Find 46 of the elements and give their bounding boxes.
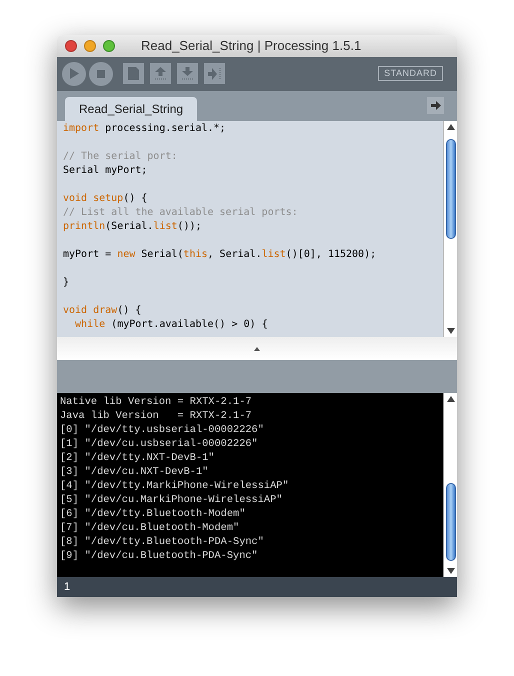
- down-arrow-icon: [182, 67, 193, 80]
- console-line: Native lib Version = RXTX-2.1-7: [60, 396, 252, 408]
- console-line: [4] "/dev/tty.MarkiPhone-WirelessiAP": [60, 480, 289, 492]
- window-title: Read_Serial_String | Processing 1.5.1: [141, 37, 362, 56]
- console-line: [2] "/dev/tty.NXT-DevB-1": [60, 452, 214, 464]
- console-line: [7] "/dev/cu.Bluetooth-Modem": [60, 522, 240, 534]
- minimize-button[interactable]: [84, 40, 96, 52]
- code-line: myPort = new Serial(this, Serial.list()[0], 115200);: [63, 248, 376, 260]
- document-icon: [128, 67, 139, 80]
- console-line: [6] "/dev/tty.Bluetooth-Modem": [60, 508, 246, 520]
- scroll-up-icon[interactable]: [447, 396, 455, 402]
- line-number: 1: [64, 580, 70, 595]
- code-line: import processing.serial.*;: [63, 122, 226, 134]
- code-line: void draw() {: [63, 304, 142, 316]
- scroll-down-icon[interactable]: [447, 328, 455, 334]
- code-line: Serial myPort;: [63, 164, 148, 176]
- console-line: Java lib Version = RXTX-2.1-7: [60, 410, 252, 422]
- grip-icon: [254, 346, 260, 351]
- scroll-down-icon[interactable]: [447, 568, 455, 574]
- scrollbar[interactable]: [443, 120, 457, 338]
- console-line: [3] "/dev/cu.NXT-DevB-1": [60, 466, 208, 478]
- code-line: // The serial port:: [63, 150, 178, 162]
- play-icon: [70, 68, 78, 80]
- scroll-up-icon[interactable]: [447, 124, 455, 130]
- code-line: // List all the available serial ports:: [63, 206, 298, 218]
- close-button[interactable]: [65, 40, 77, 52]
- code-line: }: [63, 276, 70, 288]
- code-line: void setup() {: [63, 192, 148, 204]
- scrollbar-thumb[interactable]: [446, 483, 456, 562]
- console-line: [9] "/dev/cu.Bluetooth-PDA-Sync": [60, 550, 258, 562]
- tab-menu-button[interactable]: [427, 96, 444, 114]
- console-line: [5] "/dev/cu.MarkiPhone-WirelessiAP": [60, 494, 282, 506]
- code-line: println(Serial.list());: [63, 220, 202, 232]
- mode-button[interactable]: STANDARD: [378, 66, 443, 82]
- scrollbar-thumb[interactable]: [446, 138, 456, 239]
- editor-tab[interactable]: Read_Serial_String: [65, 96, 198, 121]
- console-line: [8] "/dev/tty.Bluetooth-PDA-Sync": [60, 536, 264, 548]
- right-arrow-icon: [430, 100, 440, 110]
- right-arrow-icon: [208, 68, 221, 80]
- stop-icon: [97, 70, 105, 78]
- scrollbar[interactable]: [443, 393, 457, 578]
- code-line: while (myPort.available() > 0) {: [74, 318, 268, 330]
- zoom-button[interactable]: [103, 40, 115, 52]
- console-line: [1] "/dev/cu.usbserial-00002226": [60, 438, 258, 450]
- up-arrow-icon: [155, 67, 166, 80]
- console-line: [0] "/dev/tty.usbserial-00002226": [60, 424, 264, 436]
